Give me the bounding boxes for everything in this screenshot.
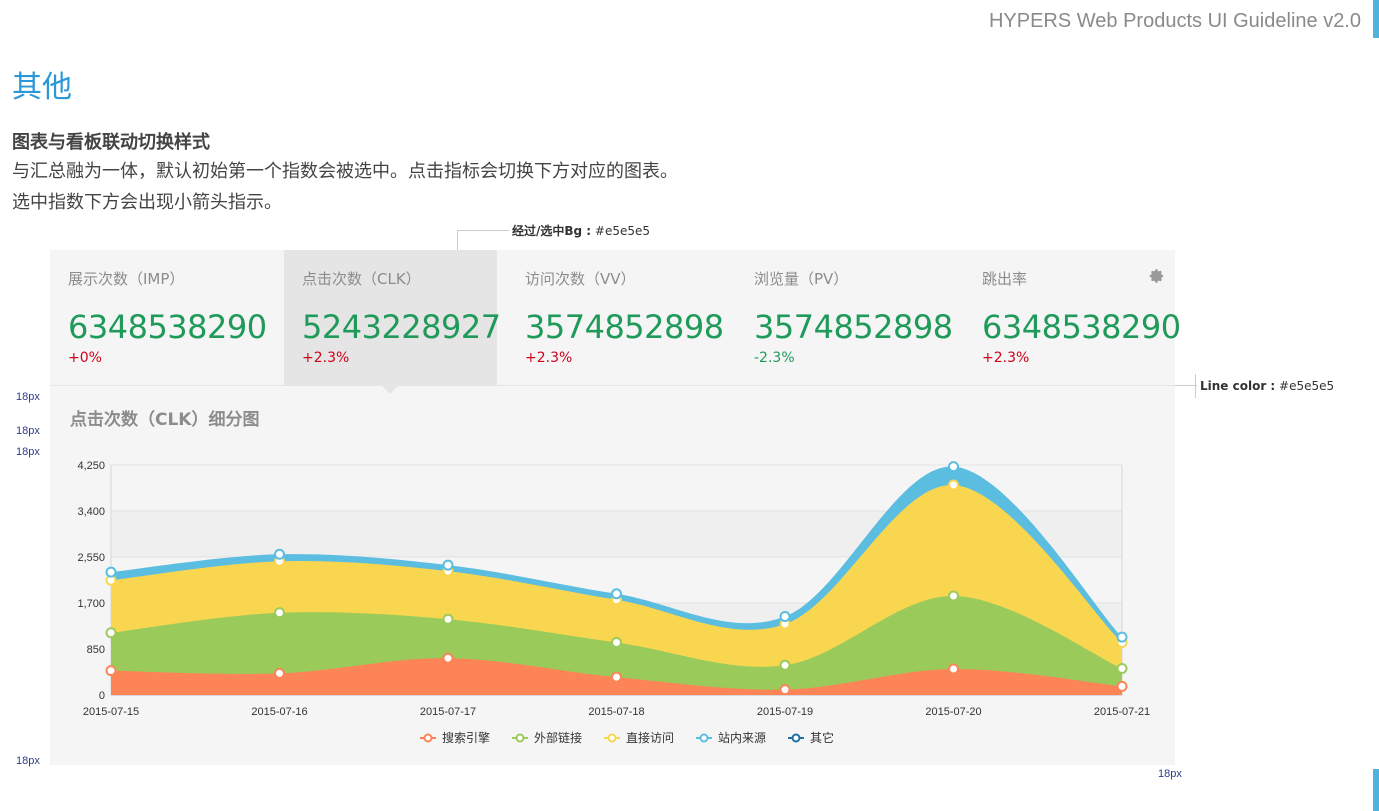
data-point [779, 684, 791, 696]
x-tick-label: 2015-07-16 [251, 706, 307, 718]
data-point [442, 613, 454, 625]
x-tick-label: 2015-07-19 [757, 706, 813, 718]
accent-bar-bottom [1373, 769, 1379, 811]
data-point [611, 637, 622, 649]
guideline-title: HYPERS Web Products UI Guideline v2.0 [988, 10, 1361, 32]
hover-bg-label: 经过/选中Bg : [512, 224, 592, 238]
hover-bg-value: #e5e5e5 [591, 224, 651, 238]
x-tick-label: 2015-07-15 [83, 706, 139, 718]
stacked-area-chart: 0 850 1,700 2,550 3,400 4,250 2015-07-15 2015-0… [77, 460, 1150, 745]
legend-label: 站内来源 [718, 731, 766, 745]
y-tick-label: 850 [87, 644, 105, 656]
line-color-annotation: Line color : #e5e5e5 [1200, 379, 1334, 393]
x-tick-label: 2015-07-20 [925, 706, 981, 718]
description-line-2: 选中指数下方会出现小箭头指示。 [12, 192, 282, 213]
legend-swatch-marker [423, 733, 433, 743]
data-point [948, 590, 959, 602]
data-point [948, 461, 959, 473]
x-tick-label: 2015-07-17 [420, 706, 476, 718]
legend-label: 搜索引擎 [442, 730, 490, 745]
spacing-label: 18px [1158, 768, 1182, 780]
accent-bar-top [1373, 0, 1379, 38]
y-tick-label: 4,250 [77, 460, 105, 472]
y-tick-label: 1,700 [77, 598, 105, 610]
data-point [442, 652, 454, 664]
line-color-label: Line color : [1200, 379, 1276, 393]
sub-title: 图表与看板联动切换样式 [12, 132, 210, 153]
dashboard-panel: 展示次数（IMP） 6348538290 +0% 点击次数（CLK） 52432… [50, 250, 1181, 765]
y-tick-label: 3,400 [77, 506, 105, 518]
data-point [948, 479, 959, 491]
data-point [274, 607, 285, 619]
y-tick-label: 0 [99, 690, 105, 702]
x-tick-label: 2015-07-21 [1094, 706, 1150, 718]
description-line-1: 与汇总融为一体，默认初始第一个指数会被选中。点击指标会切换下方对应的图表。 [12, 161, 678, 182]
legend-swatch-marker [515, 733, 525, 743]
data-point [948, 663, 959, 675]
line-color-callout-bracket [1195, 374, 1196, 398]
data-point [1116, 662, 1128, 674]
legend-swatch-marker [607, 733, 617, 743]
data-point [274, 667, 285, 679]
legend-label: 外部链接 [534, 730, 582, 745]
spacing-label: 18px [16, 446, 40, 458]
spacing-label: 18px [16, 755, 40, 767]
x-tick-label: 2015-07-18 [588, 706, 644, 718]
legend-label: 其它 [810, 730, 834, 745]
data-point [442, 559, 454, 571]
legend-swatch-marker [791, 733, 801, 743]
data-point [779, 611, 791, 623]
data-point [105, 566, 117, 578]
data-point [105, 627, 117, 639]
data-point [1116, 631, 1128, 643]
line-color-value: #e5e5e5 [1275, 379, 1335, 393]
legend-swatch-marker [699, 733, 709, 743]
data-point [779, 659, 791, 671]
legend-label: 直接访问 [626, 730, 674, 745]
spacing-label: 18px [16, 391, 40, 403]
hover-bg-annotation: 经过/选中Bg : #e5e5e5 [512, 222, 650, 239]
spacing-label: 18px [16, 425, 40, 437]
data-point [611, 671, 622, 683]
data-point [1116, 680, 1128, 692]
y-tick-label: 2,550 [77, 552, 105, 564]
data-point [611, 588, 622, 600]
hover-bg-callout-line-h [457, 230, 509, 231]
section-title: 其他 [12, 70, 72, 105]
data-point [105, 665, 117, 677]
data-point [274, 548, 285, 560]
